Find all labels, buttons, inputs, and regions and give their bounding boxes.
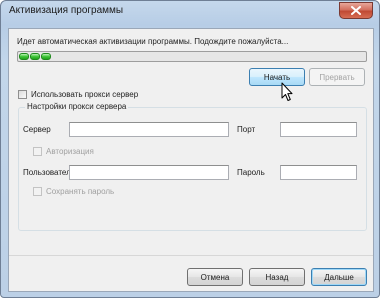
footer-divider	[9, 255, 373, 256]
auth-label: Авторизация	[46, 147, 94, 156]
cancel-button[interactable]: Отмена	[187, 268, 243, 286]
user-input[interactable]	[69, 165, 229, 180]
server-input[interactable]	[69, 122, 229, 137]
progress-chunk	[19, 53, 29, 60]
server-label: Сервер	[23, 125, 51, 134]
start-button[interactable]: Начать	[249, 68, 305, 86]
proxy-settings-title: Настройки прокси сервера	[25, 102, 129, 111]
next-button[interactable]: Дальше	[311, 268, 367, 286]
abort-button[interactable]: Прервать	[309, 68, 365, 86]
save-password-checkbox[interactable]	[33, 187, 42, 196]
activation-progress-bar	[17, 51, 367, 62]
progress-fill	[19, 53, 51, 60]
mouse-cursor-icon	[281, 82, 293, 101]
progress-chunk	[41, 53, 51, 60]
activation-dialog: Активизация программы Идет автоматическа…	[0, 0, 380, 298]
password-input[interactable]	[280, 165, 357, 180]
close-icon	[351, 6, 361, 15]
back-button[interactable]: Назад	[249, 268, 305, 286]
progress-chunk	[30, 53, 40, 60]
dialog-body: Идет автоматическая активизации программ…	[8, 28, 374, 292]
window-title: Активизация программы	[9, 5, 124, 16]
port-label: Порт	[237, 125, 256, 134]
password-label: Пароль	[237, 168, 265, 177]
save-password-label: Сохранять пароль	[46, 187, 115, 196]
port-input[interactable]	[280, 122, 357, 137]
save-password-checkbox-row[interactable]: Сохранять пароль	[33, 187, 114, 196]
use-proxy-checkbox[interactable]	[18, 90, 27, 99]
use-proxy-checkbox-row[interactable]: Использовать прокси сервер	[18, 90, 138, 99]
user-label: Пользователь	[23, 168, 75, 177]
use-proxy-label: Использовать прокси сервер	[31, 90, 139, 99]
close-button[interactable]	[339, 2, 373, 19]
auth-checkbox[interactable]	[33, 147, 42, 156]
proxy-settings-group: Настройки прокси сервера Сервер Порт Авт…	[18, 102, 367, 231]
activation-status-text: Идет автоматическая активизации программ…	[17, 37, 289, 46]
auth-checkbox-row[interactable]: Авторизация	[33, 147, 94, 156]
